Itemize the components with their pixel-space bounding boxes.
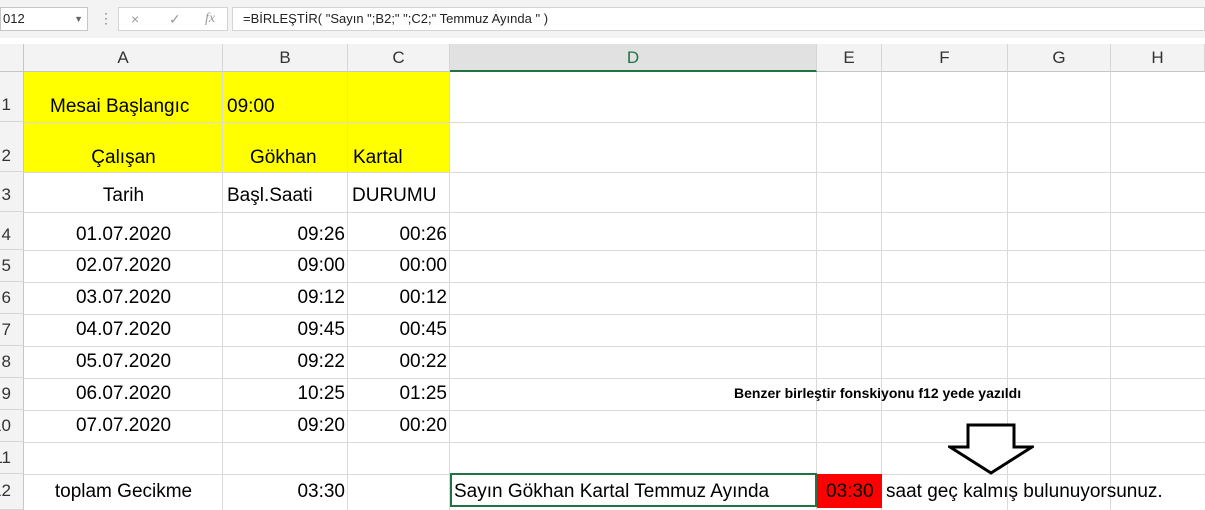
grid-line	[24, 250, 1205, 251]
annotation-note: Benzer birleştir fonskiyonu f12 yede yaz…	[734, 385, 1022, 401]
cell-d12[interactable]: Sayın Gökhan Kartal Temmuz Ayında	[454, 481, 769, 503]
cell-b6[interactable]: 09:12	[223, 287, 345, 309]
cell-a12[interactable]: toplam Gecikme	[24, 481, 223, 503]
cell-b9[interactable]: 10:25	[223, 383, 345, 405]
row-header-5[interactable]: 5	[0, 250, 24, 282]
column-header-b[interactable]: B	[223, 44, 348, 72]
cell-a7[interactable]: 04.07.2020	[24, 319, 223, 341]
grid-line	[24, 410, 1205, 411]
cell-b12[interactable]: 03:30	[223, 481, 345, 503]
arrow-down-icon	[948, 423, 1034, 475]
column-header-a[interactable]: A	[24, 44, 223, 72]
row-header-10[interactable]: 10	[0, 410, 24, 442]
row-header-2[interactable]: 2	[0, 122, 24, 172]
cell-b5[interactable]: 09:00	[223, 255, 345, 277]
cell-a9[interactable]: 06.07.2020	[24, 383, 223, 405]
cell-e12[interactable]: 03:30	[826, 481, 874, 503]
grid-line	[816, 72, 817, 510]
column-header-f[interactable]: F	[882, 44, 1008, 72]
grid-line	[24, 378, 1205, 379]
column-header-c[interactable]: C	[348, 44, 450, 72]
grid-line	[24, 314, 1205, 315]
cell-c6[interactable]: 00:12	[348, 287, 447, 309]
confirm-icon[interactable]: ✓	[169, 11, 181, 28]
grid-line	[24, 346, 1205, 347]
cell-c7[interactable]: 00:45	[348, 319, 447, 341]
row-header-12[interactable]: 12	[0, 474, 24, 510]
name-box-value: 012	[3, 11, 25, 26]
row-header-4[interactable]: 4	[0, 212, 24, 250]
cancel-icon[interactable]: ×	[131, 11, 139, 27]
more-options-icon[interactable]: ⋮	[99, 10, 113, 27]
formula-bar: 012 ▼ ⋮ × ✓ fx =BİRLEŞTİR( "Sayın ";B2;"…	[0, 0, 1205, 38]
cell-c9[interactable]: 01:25	[348, 383, 447, 405]
chevron-down-icon[interactable]: ▼	[74, 8, 83, 30]
row-header-8[interactable]: 8	[0, 346, 24, 378]
cell-a1[interactable]: Mesai Başlangıc	[50, 96, 189, 118]
grid-line	[449, 72, 450, 510]
column-header-g[interactable]: G	[1008, 44, 1111, 72]
cell-b8[interactable]: 09:22	[223, 351, 345, 373]
column-header-d[interactable]: D	[450, 44, 817, 72]
cell-c4[interactable]: 00:26	[348, 224, 447, 246]
grid-line	[24, 122, 1205, 123]
cell-c8[interactable]: 00:22	[348, 351, 447, 373]
grid-line	[881, 72, 882, 510]
cell-c5[interactable]: 00:00	[348, 255, 447, 277]
formula-buttons: × ✓ fx	[118, 7, 228, 31]
cell-a6[interactable]: 03.07.2020	[24, 287, 223, 309]
row-header-3[interactable]: 3	[0, 172, 24, 212]
cell-a5[interactable]: 02.07.2020	[24, 255, 223, 277]
name-box[interactable]: 012 ▼	[0, 7, 88, 31]
grid-line	[24, 172, 1205, 173]
cell-b10[interactable]: 09:20	[223, 415, 345, 437]
cell-c3[interactable]: DURUMU	[352, 185, 436, 207]
cell-a8[interactable]: 05.07.2020	[24, 351, 223, 373]
cell-c2[interactable]: Kartal	[353, 147, 403, 169]
formula-input[interactable]: =BİRLEŞTİR( "Sayın ";B2;" ";C2;" Temmuz …	[232, 7, 1205, 31]
column-header-h[interactable]: H	[1111, 44, 1205, 72]
cell-b1[interactable]: 09:00	[227, 96, 275, 118]
row-header-7[interactable]: 7	[0, 314, 24, 346]
cell-b2[interactable]: Gökhan	[250, 147, 317, 169]
select-all-corner[interactable]	[0, 44, 24, 72]
row-header-11[interactable]: 11	[0, 442, 24, 474]
grid-line	[24, 282, 1205, 283]
cell-a4[interactable]: 01.07.2020	[24, 224, 223, 246]
cell-b7[interactable]: 09:45	[223, 319, 345, 341]
cell-b3[interactable]: Başl.Saati	[227, 185, 313, 207]
row-header-1[interactable]: 1	[0, 72, 24, 122]
insert-function-icon[interactable]: fx	[205, 11, 215, 27]
cell-a10[interactable]: 07.07.2020	[24, 415, 223, 437]
column-header-e[interactable]: E	[817, 44, 882, 72]
cell-c10[interactable]: 00:20	[348, 415, 447, 437]
cell-a2[interactable]: Çalışan	[24, 147, 223, 169]
row-header-6[interactable]: 6	[0, 282, 24, 314]
row-header-9[interactable]: 9	[0, 378, 24, 410]
cell-f12[interactable]: saat geç kalmış bulunuyorsunuz.	[886, 481, 1163, 503]
grid-line	[1110, 72, 1111, 510]
grid-line	[24, 212, 1205, 213]
cell-b4[interactable]: 09:26	[223, 224, 345, 246]
cell-a3[interactable]: Tarih	[24, 185, 223, 207]
